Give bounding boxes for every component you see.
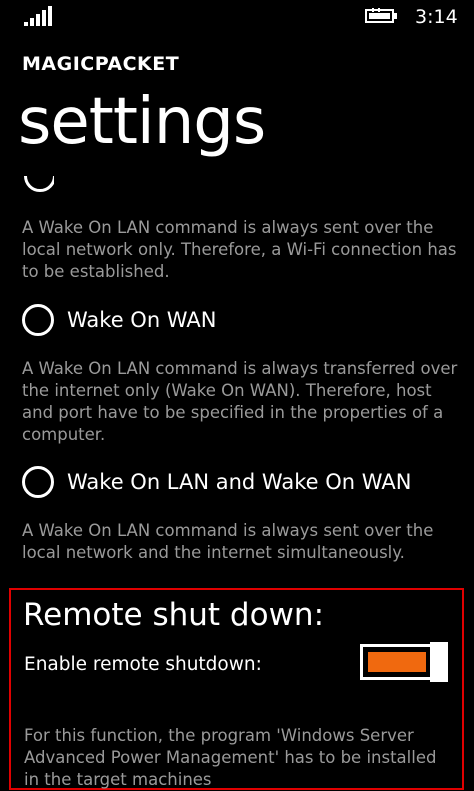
toggle-thumb[interactable] — [430, 642, 448, 682]
wake-on-wan-description: A Wake On LAN command is always transfer… — [22, 359, 458, 444]
radio-wake-on-wan[interactable]: Wake On WAN — [22, 302, 217, 338]
page-title: settings — [18, 85, 266, 159]
app-name: MAGICPACKET — [22, 53, 180, 75]
section-title: Remote shut down: — [23, 597, 325, 633]
radio-label: Wake On LAN and Wake On WAN — [67, 470, 412, 494]
battery-charging-icon — [365, 8, 397, 23]
radio-circle-icon[interactable] — [22, 466, 54, 498]
radio-wake-on-lan[interactable] — [24, 176, 54, 194]
clock: 3:14 — [415, 6, 458, 28]
signal-strength-icon — [24, 6, 54, 26]
status-bar: 3:14 — [0, 0, 474, 34]
toggle-fill — [368, 652, 426, 672]
radio-wake-on-lan-and-wan[interactable]: Wake On LAN and Wake On WAN — [22, 464, 411, 500]
remote-shutdown-toggle[interactable] — [360, 642, 448, 682]
wake-on-lan-and-wan-description: A Wake On LAN command is always sent ove… — [22, 521, 434, 562]
remote-shutdown-description: For this function, the program 'Windows … — [24, 726, 437, 789]
radio-circle-icon[interactable] — [22, 304, 54, 336]
radio-label: Wake On WAN — [67, 308, 217, 332]
wake-on-lan-description: A Wake On LAN command is always sent ove… — [22, 218, 457, 281]
remote-shutdown-toggle-label: Enable remote shutdown: — [24, 654, 262, 675]
toggle-track[interactable] — [360, 644, 434, 680]
remote-shutdown-section: Remote shut down: Enable remote shutdown… — [9, 588, 464, 790]
